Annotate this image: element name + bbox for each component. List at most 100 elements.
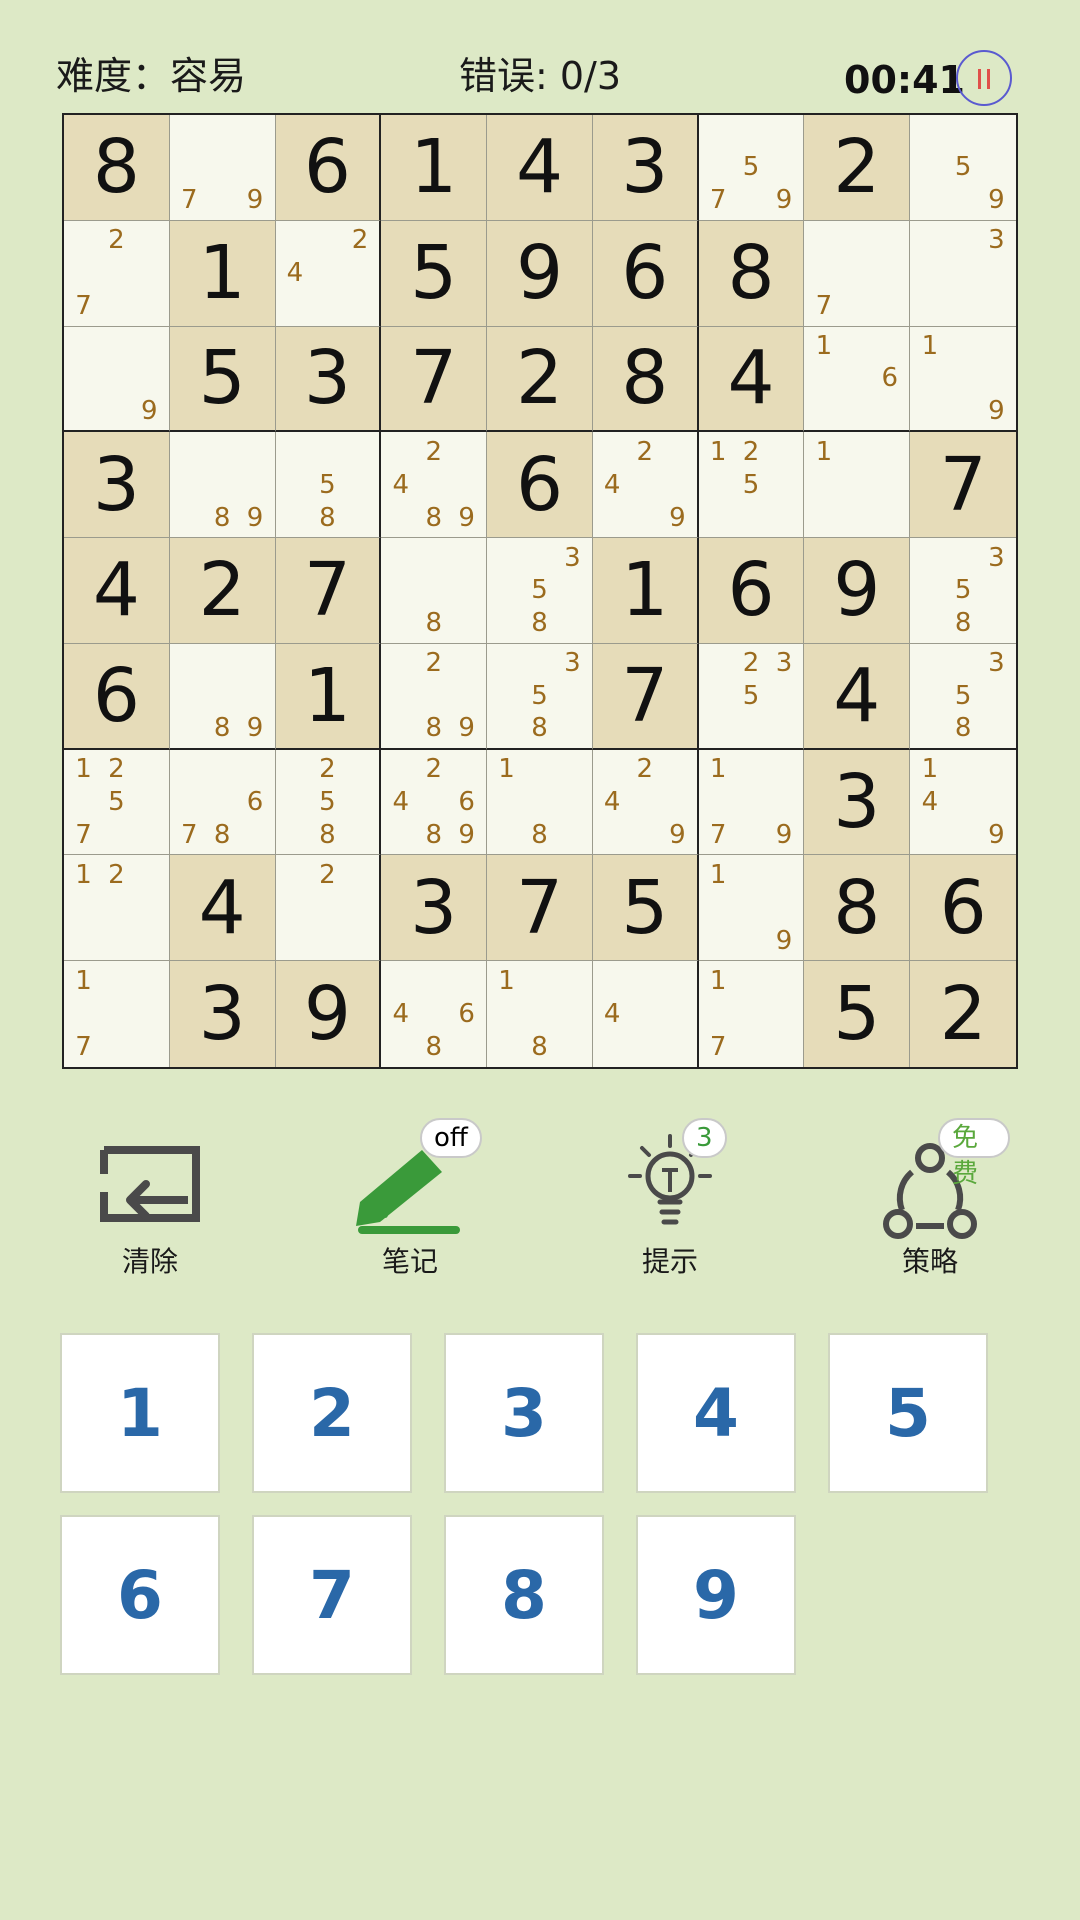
board-cell[interactable]: 4 68 — [381, 961, 488, 1067]
pause-button[interactable] — [956, 50, 1012, 106]
clear-button[interactable]: 清除 — [70, 1130, 230, 1280]
board-cell[interactable]: 89 — [169, 643, 276, 750]
numpad-key-4[interactable]: 4 — [636, 1333, 796, 1493]
note-slot — [311, 891, 344, 924]
board-cell[interactable]: 1 — [169, 220, 276, 327]
board-cell[interactable]: 4 — [487, 115, 593, 221]
board-cell[interactable]: 235 — [698, 643, 805, 750]
board-cell[interactable]: 17 — [64, 961, 170, 1067]
board-cell[interactable]: 1 — [804, 432, 911, 539]
note-slot — [980, 290, 1013, 323]
board-cell[interactable]: 1257 — [64, 749, 170, 856]
board-cell[interactable]: 58 — [275, 432, 382, 539]
board-cell[interactable]: 5 — [381, 220, 488, 327]
board-cell[interactable]: 9 — [804, 538, 911, 644]
board-cell[interactable]: 1 7 9 — [698, 749, 805, 856]
board-cell[interactable]: 18 — [487, 961, 593, 1067]
numpad-key-5[interactable]: 5 — [828, 1333, 988, 1493]
board-cell[interactable]: 2 — [910, 961, 1016, 1067]
board-cell[interactable]: 24 — [275, 220, 382, 327]
board-cell[interactable]: 6 — [698, 538, 805, 644]
board-cell[interactable]: 2 — [487, 326, 593, 433]
board-cell[interactable]: 89 — [169, 432, 276, 539]
board-cell[interactable]: 8 — [698, 220, 805, 327]
board-cell[interactable]: 9 — [275, 961, 382, 1067]
board-cell[interactable]: 3 — [275, 326, 382, 433]
board-cell[interactable]: 125 — [698, 432, 805, 539]
board-cell[interactable]: 3 — [169, 961, 276, 1067]
board-cell[interactable]: 16 — [804, 326, 911, 433]
board-cell[interactable]: 4 — [804, 643, 911, 750]
board-cell[interactable]: 3 — [592, 115, 699, 221]
board-cell[interactable]: 18 — [487, 749, 593, 856]
board-cell[interactable]: 7 — [381, 326, 488, 433]
board-cell[interactable]: 2 89 — [381, 643, 488, 750]
board-cell[interactable]: 7 — [592, 643, 699, 750]
note-slot — [913, 118, 946, 151]
board-cell[interactable]: 19 — [910, 326, 1016, 433]
board-cell[interactable]: 2489 — [381, 432, 488, 539]
board-cell[interactable]: 1 — [381, 115, 488, 221]
board-cell[interactable]: 8 — [804, 855, 911, 962]
numpad-key-8[interactable]: 8 — [444, 1515, 604, 1675]
board-cell[interactable]: 5 — [592, 855, 699, 962]
board-cell[interactable]: 4 — [592, 961, 699, 1067]
numpad-key-2[interactable]: 2 — [252, 1333, 412, 1493]
board-cell[interactable]: 358 — [910, 643, 1016, 750]
board-cell[interactable]: 2 — [804, 115, 911, 221]
board-cell[interactable]: 24 9 — [592, 432, 699, 539]
note-slot — [206, 468, 239, 501]
board-cell[interactable]: 7 — [804, 220, 911, 327]
board-cell[interactable]: 7 — [487, 855, 593, 962]
board-cell[interactable]: 5 — [804, 961, 911, 1067]
board-cell[interactable]: 7 — [275, 538, 382, 644]
board-cell[interactable]: 9 — [487, 220, 593, 327]
hint-button[interactable]: 3 提示 — [590, 1118, 750, 1280]
board-cell[interactable]: 14 9 — [910, 749, 1016, 856]
board-cell[interactable]: 8 — [64, 115, 170, 221]
numpad-key-3[interactable]: 3 — [444, 1333, 604, 1493]
board-cell[interactable]: 6 — [592, 220, 699, 327]
board-cell[interactable]: 12 — [64, 855, 170, 962]
board-cell[interactable]: 6 — [64, 643, 170, 750]
numpad-key-9[interactable]: 9 — [636, 1515, 796, 1675]
board-cell[interactable]: 19 — [698, 855, 805, 962]
board-cell[interactable]: 3 — [64, 432, 170, 539]
numpad-key-1[interactable]: 1 — [60, 1333, 220, 1493]
board-cell[interactable]: 6 — [487, 432, 593, 539]
board-cell[interactable]: 79 — [169, 115, 276, 221]
board-cell[interactable]: 24 689 — [381, 749, 488, 856]
board-cell[interactable]: 358 — [487, 538, 593, 644]
board-cell[interactable]: 4 — [169, 855, 276, 962]
board-cell[interactable]: 8 — [592, 326, 699, 433]
numpad-key-6[interactable]: 6 — [60, 1515, 220, 1675]
board-cell[interactable]: 258 — [275, 749, 382, 856]
numpad-key-7[interactable]: 7 — [252, 1515, 412, 1675]
board-cell[interactable]: 24 9 — [592, 749, 699, 856]
board-cell[interactable]: 6 — [275, 115, 382, 221]
notes-button[interactable]: off 笔记 — [330, 1118, 490, 1280]
board-cell[interactable]: 1 — [275, 643, 382, 750]
board-cell[interactable]: 5 — [169, 326, 276, 433]
board-cell[interactable]: 57 9 — [698, 115, 805, 221]
board-cell[interactable]: 7 — [910, 432, 1016, 539]
board-cell[interactable]: 3 — [381, 855, 488, 962]
board-cell[interactable]: 4 — [698, 326, 805, 433]
board-cell[interactable]: 27 — [64, 220, 170, 327]
board-cell[interactable]: 6 78 — [169, 749, 276, 856]
board-cell[interactable]: 4 — [64, 538, 170, 644]
board-cell[interactable]: 6 — [910, 855, 1016, 962]
board-cell[interactable]: 2 — [275, 855, 382, 962]
strategy-button[interactable]: 免费 策略 — [850, 1118, 1010, 1280]
board-cell[interactable]: 1 — [592, 538, 699, 644]
board-cell[interactable]: 8 — [381, 538, 488, 644]
board-cell[interactable]: 59 — [910, 115, 1016, 221]
board-cell[interactable]: 3 — [910, 220, 1016, 327]
board-cell[interactable]: 358 — [487, 643, 593, 750]
board-cell[interactable]: 17 — [698, 961, 805, 1067]
board-cell[interactable]: 2 — [169, 538, 276, 644]
board-cell[interactable]: 3 — [804, 749, 911, 856]
board-cell[interactable]: 358 — [910, 538, 1016, 644]
lightbulb-icon — [628, 1134, 712, 1225]
board-cell[interactable]: 9 — [64, 326, 170, 433]
